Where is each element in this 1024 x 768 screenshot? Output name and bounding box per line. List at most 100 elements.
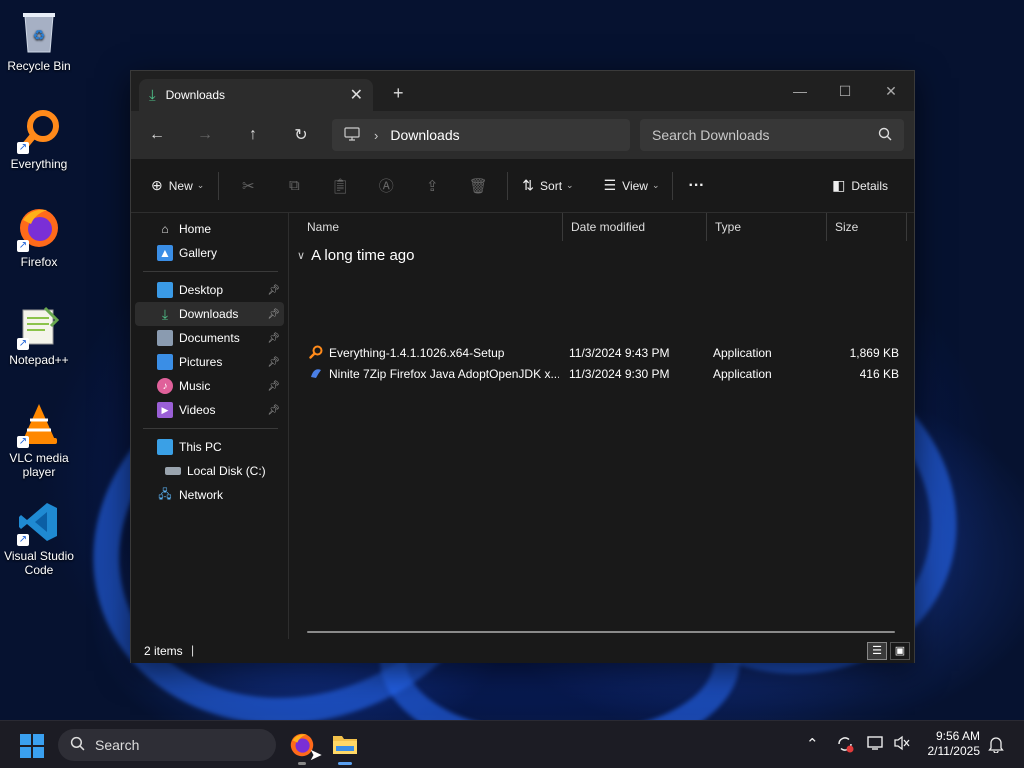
notifications-button[interactable] xyxy=(988,735,1004,757)
desktop-icon-vscode[interactable]: ↗ Visual Studio Code xyxy=(1,498,77,577)
new-tab-button[interactable]: + xyxy=(393,83,404,104)
local-disk-icon xyxy=(165,467,181,475)
sidebar-item-gallery[interactable]: ▲ Gallery xyxy=(131,241,288,265)
file-name: Everything-1.4.1.1026.x64-Setup xyxy=(329,346,505,360)
sidebar-item-documents[interactable]: Documents 📌︎ xyxy=(131,326,288,350)
scissors-icon: ✂ xyxy=(242,177,255,195)
share-button[interactable]: ⇪ xyxy=(409,177,455,195)
desktop-icon-notepadpp[interactable]: ↗ Notepad++ xyxy=(1,302,77,367)
desktop-icon-label: Notepad++ xyxy=(9,353,69,367)
taskbar-search-label: Search xyxy=(95,737,140,753)
desktop-icon-everything[interactable]: ↗ Everything xyxy=(1,106,77,171)
everything-icon xyxy=(309,345,323,362)
videos-folder-icon: ▶ xyxy=(157,402,173,418)
network-status-icon[interactable] xyxy=(867,735,885,755)
show-hidden-icons-button[interactable]: ⌃ xyxy=(806,735,819,753)
chevron-right-icon: › xyxy=(374,127,379,143)
pin-icon: 📌︎ xyxy=(267,308,280,320)
firefox-icon: ↗ xyxy=(15,204,63,252)
sidebar-item-local-disk[interactable]: Local Disk (C:) xyxy=(131,459,288,483)
column-header-type[interactable]: Type xyxy=(707,213,827,241)
system-clock[interactable]: 9:56 AM 2/11/2025 xyxy=(918,729,981,759)
new-button[interactable]: ⊕ New ⌄ xyxy=(151,177,204,194)
breadcrumb-downloads[interactable]: Downloads xyxy=(390,127,459,143)
taskbar: Search ➤ ⌃ 9:56 AM 2/11/2025 xyxy=(0,720,1024,768)
notepadpp-icon: ↗ xyxy=(15,302,63,350)
file-size: 1,869 KB xyxy=(849,346,899,360)
svg-text:♻: ♻ xyxy=(33,27,46,43)
minimize-button[interactable]: — xyxy=(777,77,823,105)
address-bar[interactable]: › Downloads xyxy=(332,119,630,151)
close-window-button[interactable]: ✕ xyxy=(868,77,914,105)
sidebar-item-music[interactable]: ♪ Music 📌︎ xyxy=(131,374,288,398)
tiles-view-icon: ▣ xyxy=(894,645,906,657)
maximize-button[interactable]: ☐ xyxy=(822,77,868,105)
pin-icon: 📌︎ xyxy=(267,380,280,392)
close-tab-button[interactable]: ✕ xyxy=(350,85,363,105)
table-row[interactable]: Ninite 7Zip Firefox Java AdoptOpenJDK x.… xyxy=(289,364,907,385)
status-bar: 2 items | ☰ ▣ xyxy=(131,639,914,663)
desktop-icon-vlc[interactable]: ↗ VLC media player xyxy=(1,400,77,479)
group-header[interactable]: ∨ A long time ago xyxy=(297,247,414,264)
tiles-view-toggle[interactable]: ▣ xyxy=(890,642,910,660)
back-button[interactable]: ← xyxy=(141,119,173,151)
table-row[interactable]: Everything-1.4.1.1026.x64-Setup 11/3/202… xyxy=(289,343,907,364)
file-name: Ninite 7Zip Firefox Java AdoptOpenJDK x.… xyxy=(329,367,559,381)
update-status-icon[interactable] xyxy=(836,735,854,757)
paste-button[interactable]: 📋︎ xyxy=(317,177,363,195)
sidebar-item-network[interactable]: 🖧︎ Network xyxy=(131,483,288,507)
up-button[interactable]: ↑ xyxy=(237,119,269,151)
taskbar-search[interactable]: Search xyxy=(58,729,276,761)
sidebar-item-this-pc[interactable]: This PC xyxy=(131,435,288,459)
desktop-icon-recycle-bin[interactable]: ♻ Recycle Bin xyxy=(1,8,77,73)
sort-button[interactable]: ⇅ Sort ⌄ xyxy=(522,177,573,194)
sidebar-item-home[interactable]: ⌂ Home xyxy=(131,217,288,241)
taskbar-file-explorer-button[interactable] xyxy=(332,732,358,765)
column-header-date-modified[interactable]: Date modified xyxy=(563,213,707,241)
mouse-cursor-icon: ➤ xyxy=(309,747,323,764)
tab-downloads[interactable]: ⤓ Downloads ✕ xyxy=(139,79,373,111)
start-button[interactable] xyxy=(20,734,44,761)
file-date: 11/3/2024 9:43 PM xyxy=(569,346,670,360)
column-header-name[interactable]: Name xyxy=(299,213,563,241)
details-button[interactable]: ◧ Details xyxy=(832,177,888,194)
view-label: View xyxy=(622,178,648,193)
sidebar-item-label: Desktop xyxy=(179,283,224,297)
search-placeholder: Search Downloads xyxy=(652,127,770,143)
this-pc-icon xyxy=(157,439,173,455)
monitor-icon xyxy=(344,126,360,144)
copy-icon: ⧉ xyxy=(288,177,300,194)
sidebar-item-pictures[interactable]: Pictures 📌︎ xyxy=(131,350,288,374)
pin-icon: 📌︎ xyxy=(267,332,280,344)
delete-button[interactable]: 🗑︎ xyxy=(455,177,501,195)
pictures-folder-icon xyxy=(157,354,173,370)
desktop-icon-label: Everything xyxy=(10,157,68,171)
column-header-size[interactable]: Size xyxy=(827,213,907,241)
cut-button[interactable]: ✂ xyxy=(225,177,271,195)
more-options-button[interactable]: ··· xyxy=(689,177,705,195)
tab-label: Downloads xyxy=(165,88,226,102)
refresh-button[interactable]: ↻ xyxy=(285,119,317,151)
chevron-up-icon: ⌃ xyxy=(806,736,819,753)
horizontal-scrollbar[interactable] xyxy=(307,631,895,633)
sidebar-item-videos[interactable]: ▶ Videos 📌︎ xyxy=(131,398,288,422)
sidebar-item-downloads[interactable]: ⤓ Downloads 📌︎ xyxy=(135,302,284,326)
downloads-folder-icon: ⤓ xyxy=(161,305,169,322)
volume-muted-icon[interactable] xyxy=(893,735,911,755)
sidebar-item-desktop[interactable]: Desktop 📌︎ xyxy=(131,278,288,302)
search-input[interactable]: Search Downloads xyxy=(640,119,904,151)
gallery-icon: ▲ xyxy=(157,245,173,261)
desktop-icon-firefox[interactable]: ↗ Firefox xyxy=(1,204,77,269)
shortcut-arrow-icon: ↗ xyxy=(17,436,29,448)
view-button[interactable]: ☰ View ⌄ xyxy=(604,177,660,194)
rename-button[interactable]: Ⓐ xyxy=(363,175,409,196)
file-explorer-icon xyxy=(333,736,357,754)
details-view-toggle[interactable]: ☰ xyxy=(867,642,887,660)
divider xyxy=(218,171,220,200)
chevron-down-icon: ⌄ xyxy=(651,180,660,190)
forward-button[interactable]: → xyxy=(189,119,221,151)
search-icon xyxy=(70,736,85,755)
copy-button[interactable]: ⧉ xyxy=(271,177,317,194)
view-icon: ☰ xyxy=(603,177,617,193)
file-explorer-window: ⤓ Downloads ✕ + — ☐ ✕ ← → ↑ ↻ › Download… xyxy=(130,70,915,663)
